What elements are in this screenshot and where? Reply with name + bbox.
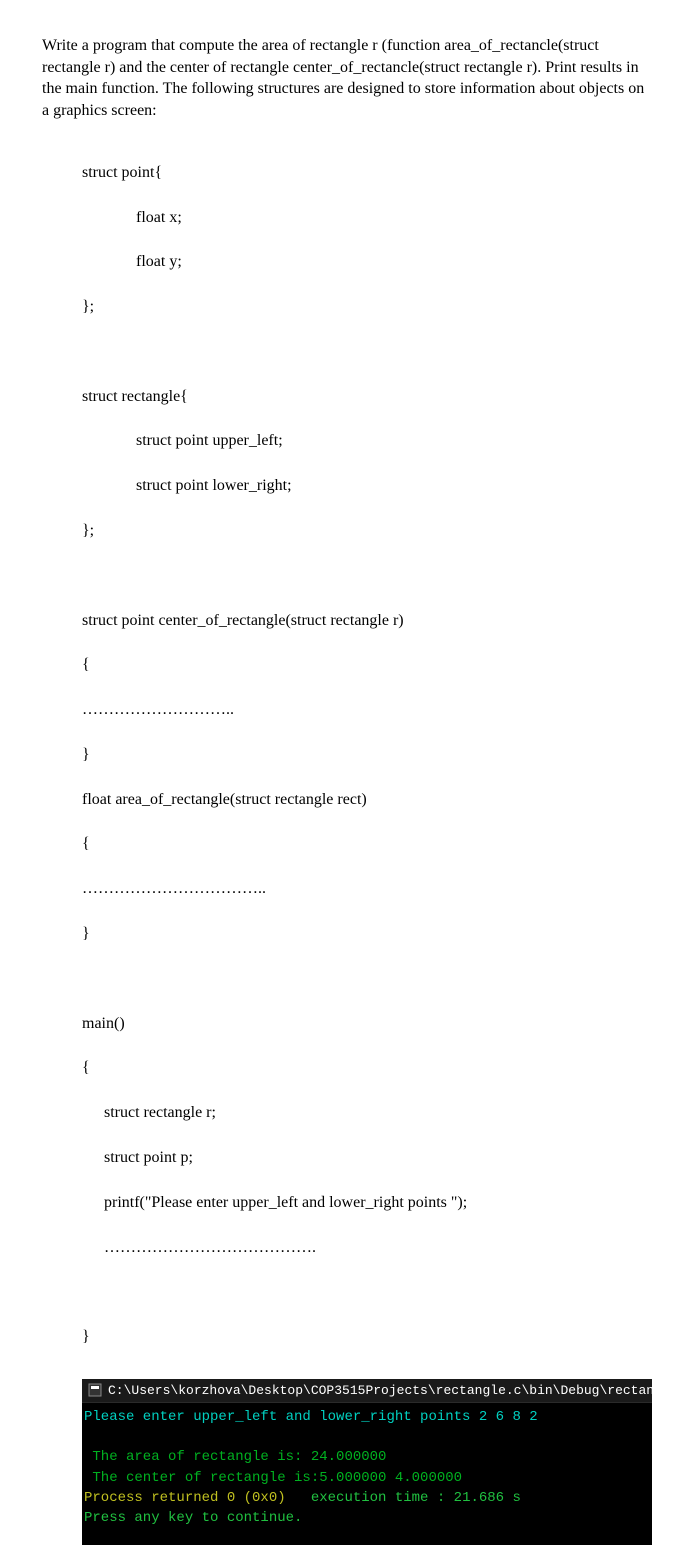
code-placeholder: …………………………………. xyxy=(82,1237,648,1259)
code-line: { xyxy=(82,833,648,855)
code-line: struct point upper_left; xyxy=(82,430,648,452)
blank-line xyxy=(82,341,648,363)
code-line: { xyxy=(82,1057,648,1079)
code-line: }; xyxy=(82,520,648,542)
terminal-line: The area of rectangle is: 24.000000 xyxy=(84,1447,650,1467)
code-line: }; xyxy=(82,296,648,318)
blank-line xyxy=(82,565,648,587)
code-line: float area_of_rectangle(struct rectangle… xyxy=(82,789,648,811)
code-placeholder: ……………………….. xyxy=(82,699,648,721)
terminal-title-text: C:\Users\korzhova\Desktop\COP3515Project… xyxy=(108,1383,690,1398)
code-line: float y; xyxy=(82,251,648,273)
code-line: struct point p; xyxy=(82,1147,648,1169)
code-line: struct rectangle r; xyxy=(82,1102,648,1124)
blank-line xyxy=(82,1281,648,1303)
code-line: float x; xyxy=(82,207,648,229)
code-line: struct point{ xyxy=(82,162,648,184)
return-status: Process returned 0 (0x0) xyxy=(84,1490,311,1506)
code-line: printf("Please enter upper_left and lowe… xyxy=(82,1192,648,1214)
code-line: struct point lower_right; xyxy=(82,475,648,497)
code-line: struct point center_of_rectangle(struct … xyxy=(82,610,648,632)
terminal-line: Process returned 0 (0x0) execution time … xyxy=(84,1488,650,1508)
code-line: struct rectangle{ xyxy=(82,386,648,408)
terminal-line: The center of rectangle is:5.000000 4.00… xyxy=(84,1468,650,1488)
code-line: { xyxy=(82,654,648,676)
code-listing: struct point{ float x; float y; }; struc… xyxy=(82,139,648,1370)
code-line: } xyxy=(82,923,648,945)
terminal-icon xyxy=(88,1383,102,1397)
code-placeholder: …………………………….. xyxy=(82,878,648,900)
exec-time: execution time : 21.686 s xyxy=(311,1490,521,1506)
blank-line xyxy=(82,968,648,990)
terminal-output: Please enter upper_left and lower_right … xyxy=(82,1403,652,1533)
code-line: } xyxy=(82,1326,648,1348)
problem-statement: Write a program that compute the area of… xyxy=(42,35,648,121)
terminal-titlebar: C:\Users\korzhova\Desktop\COP3515Project… xyxy=(82,1379,652,1403)
code-line: } xyxy=(82,744,648,766)
code-line: main() xyxy=(82,1013,648,1035)
blank-line xyxy=(84,1427,650,1447)
terminal-line: Please enter upper_left and lower_right … xyxy=(84,1407,650,1427)
terminal-window: C:\Users\korzhova\Desktop\COP3515Project… xyxy=(82,1379,652,1545)
terminal-line: Press any key to continue. xyxy=(84,1508,650,1528)
